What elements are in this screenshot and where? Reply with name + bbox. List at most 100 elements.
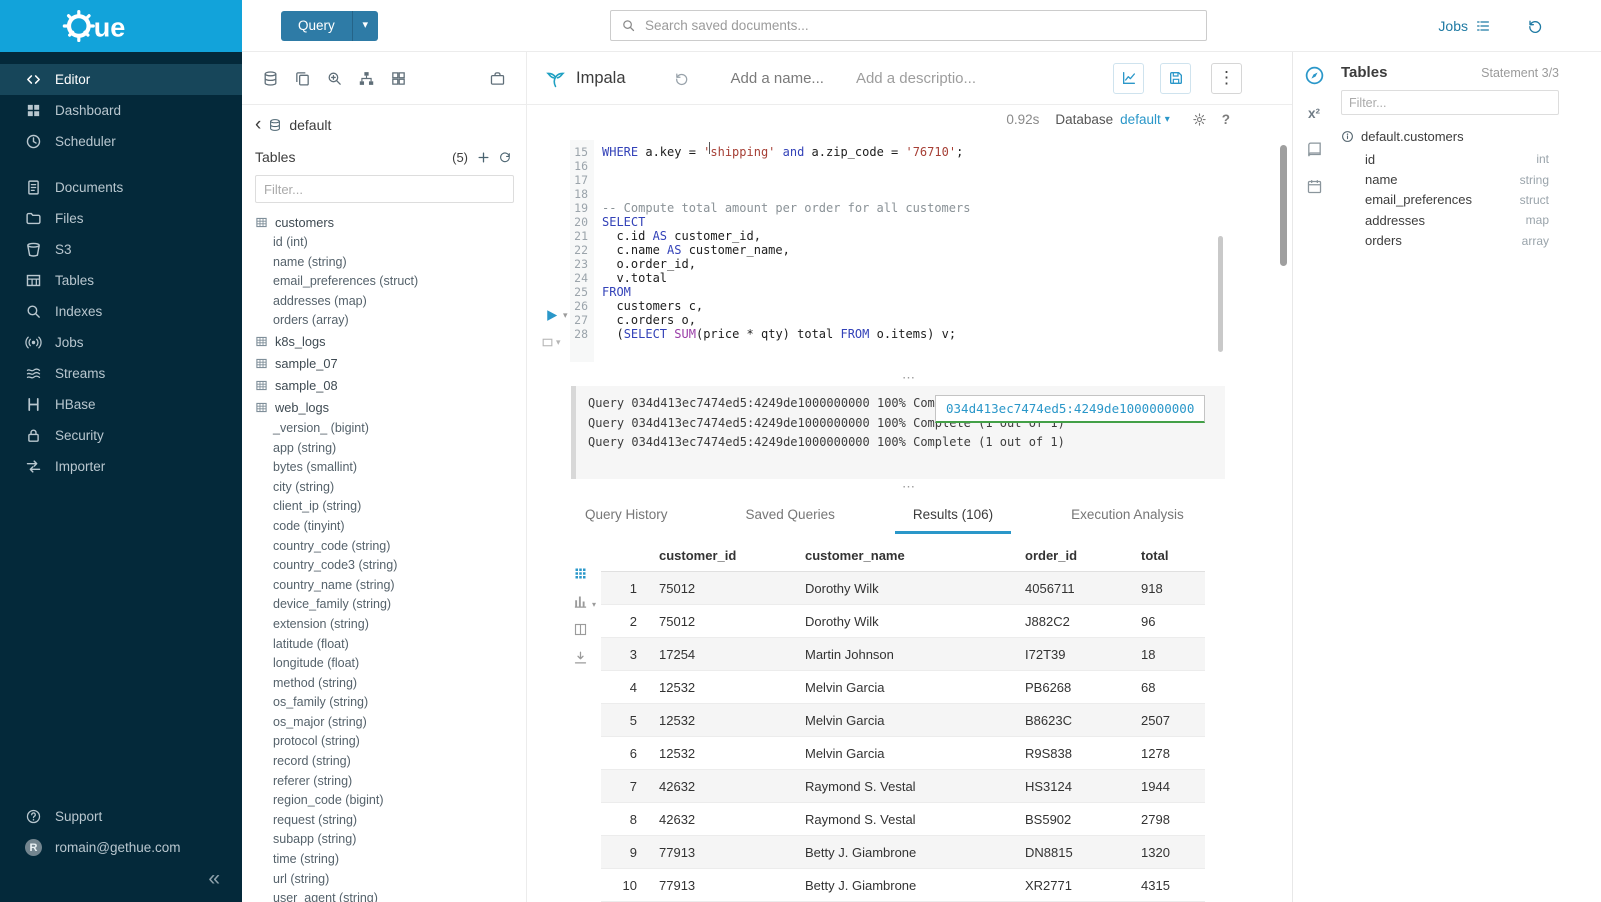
results-col-header[interactable]: order_id [1017,540,1133,572]
language-reference-icon[interactable] [1306,141,1323,158]
assist-column[interactable]: name (string) [242,253,526,273]
assist-column[interactable]: url (string) [242,870,526,890]
assist-column[interactable]: os_major (string) [242,713,526,733]
assist-column[interactable]: record (string) [242,752,526,772]
sidebar-item-streams[interactable]: Streams [0,358,242,389]
query-dropdown-button[interactable]: ▾ [352,11,378,41]
user-menu[interactable]: R romain@gethue.com [0,832,242,863]
sql-editor[interactable]: 15WHERE a.key = 'shipping' and a.zip_cod… [527,140,1292,384]
assist-column[interactable]: id (int) [242,233,526,253]
assist-column[interactable]: country_code3 (string) [242,556,526,576]
sidebar-item-security[interactable]: Security [0,420,242,451]
assist-column[interactable]: latitude (float) [242,635,526,655]
chart-button[interactable] [1113,63,1144,94]
assist-column[interactable]: user_agent (string) [242,889,526,902]
save-button[interactable] [1160,63,1191,94]
right-panel-column[interactable]: ordersarray [1341,231,1559,251]
results-chart-view-button[interactable]: ▾ [573,594,588,609]
run-options-caret-icon[interactable]: ▾ [563,310,568,321]
run-query-button[interactable] [543,307,560,324]
query-description-input[interactable]: Add a descriptio... [856,70,976,87]
assist-column[interactable]: addresses (map) [242,292,526,312]
search-input[interactable] [645,18,1196,33]
assist-table-k8s_logs[interactable]: k8s_logs [242,331,526,353]
results-grid-view-button[interactable] [573,566,588,581]
support-link[interactable]: Support [0,801,242,832]
sidebar-item-files[interactable]: Files [0,203,242,234]
right-panel-column[interactable]: addressesmap [1341,210,1559,230]
assist-table-sample_07[interactable]: sample_07 [242,353,526,375]
assist-column[interactable]: app (string) [242,439,526,459]
refresh-icon[interactable] [499,151,512,164]
new-query-button-group[interactable]: Query ▾ [281,11,378,41]
query-name-input[interactable]: Add a name... [731,70,824,87]
assist-column[interactable]: _version_ (bigint) [242,419,526,439]
assist-column[interactable]: method (string) [242,674,526,694]
right-panel-column[interactable]: idint [1341,149,1559,169]
query-history-icon[interactable] [1527,18,1543,34]
results-download-button[interactable] [573,650,588,665]
editor-assistant-icon[interactable] [1304,65,1325,86]
sidebar-item-hbase[interactable]: HBase [0,389,242,420]
assist-table-sample_08[interactable]: sample_08 [242,375,526,397]
sidebar-item-indexes[interactable]: Indexes [0,296,242,327]
assist-column[interactable]: referer (string) [242,772,526,792]
assist-column[interactable]: country_code (string) [242,537,526,557]
resize-handle-bottom[interactable]: ⋯ [527,483,1292,493]
tab-saved-queries[interactable]: Saved Queries [746,507,835,534]
tab-execution-analysis[interactable]: Execution Analysis [1071,507,1184,534]
apps-icon[interactable] [390,70,407,87]
sidebar-item-importer[interactable]: Importer [0,451,242,482]
databases-icon[interactable] [262,70,279,87]
collections-icon[interactable] [489,70,506,87]
tab-results[interactable]: Results (106) [895,507,1011,534]
main-scrollbar[interactable] [1280,145,1287,266]
assist-column[interactable]: email_preferences (struct) [242,272,526,292]
assist-column[interactable]: time (string) [242,850,526,870]
functions-icon[interactable]: x² [1308,106,1320,121]
sidebar-item-scheduler[interactable]: Scheduler [0,126,242,157]
more-actions-button[interactable]: ⋮ [1211,63,1242,94]
assist-column[interactable]: extension (string) [242,615,526,635]
right-filter-input[interactable] [1341,90,1559,115]
active-table[interactable]: default.customers [1341,129,1559,144]
tab-query-history[interactable]: Query History [585,507,668,534]
add-icon[interactable] [477,151,490,164]
assist-column[interactable]: orders (array) [242,311,526,331]
assist-column[interactable]: request (string) [242,811,526,831]
search-plus-icon[interactable] [326,70,343,87]
resize-handle-top[interactable]: ⋯ [527,374,1292,384]
jobs-link[interactable]: Jobs [1438,18,1491,34]
assist-column[interactable]: protocol (string) [242,732,526,752]
workflow-icon[interactable] [358,70,375,87]
assist-column[interactable]: city (string) [242,478,526,498]
results-col-header[interactable]: customer_id [651,540,797,572]
query-button[interactable]: Query [281,11,352,41]
results-columns-button[interactable] [573,622,588,637]
editor-help-icon[interactable]: ? [1222,112,1230,127]
sidebar-item-s3[interactable]: S3 [0,234,242,265]
editor-scrollbar[interactable] [1218,236,1223,352]
schedule-icon[interactable] [1306,178,1323,195]
right-panel-column[interactable]: namestring [1341,169,1559,189]
sidebar-item-dashboard[interactable]: Dashboard [0,95,242,126]
assist-column[interactable]: device_family (string) [242,595,526,615]
assist-column[interactable]: region_code (bigint) [242,791,526,811]
assist-table-customers[interactable]: customers [242,211,526,233]
sidebar-item-documents[interactable]: Documents [0,172,242,203]
assist-table-web_logs[interactable]: web_logs [242,397,526,419]
sidebar-item-editor[interactable]: Editor [0,64,242,95]
query-versions-icon[interactable] [674,71,689,86]
documents-icon[interactable] [294,70,311,87]
results-col-header[interactable]: total [1133,540,1205,572]
sidebar-item-jobs[interactable]: Jobs [0,327,242,358]
assist-column[interactable]: country_name (string) [242,576,526,596]
global-search[interactable] [610,10,1207,41]
collapse-sidebar-icon[interactable]: « [208,867,220,890]
sidebar-item-tables[interactable]: Tables [0,265,242,296]
right-panel-column[interactable]: email_preferencesstruct [1341,190,1559,210]
back-chevron-icon[interactable]: ‹ [255,118,261,132]
database-selector[interactable]: default ▾ [1120,112,1170,127]
active-database[interactable]: default [289,117,331,133]
assist-column[interactable]: code (tinyint) [242,517,526,537]
